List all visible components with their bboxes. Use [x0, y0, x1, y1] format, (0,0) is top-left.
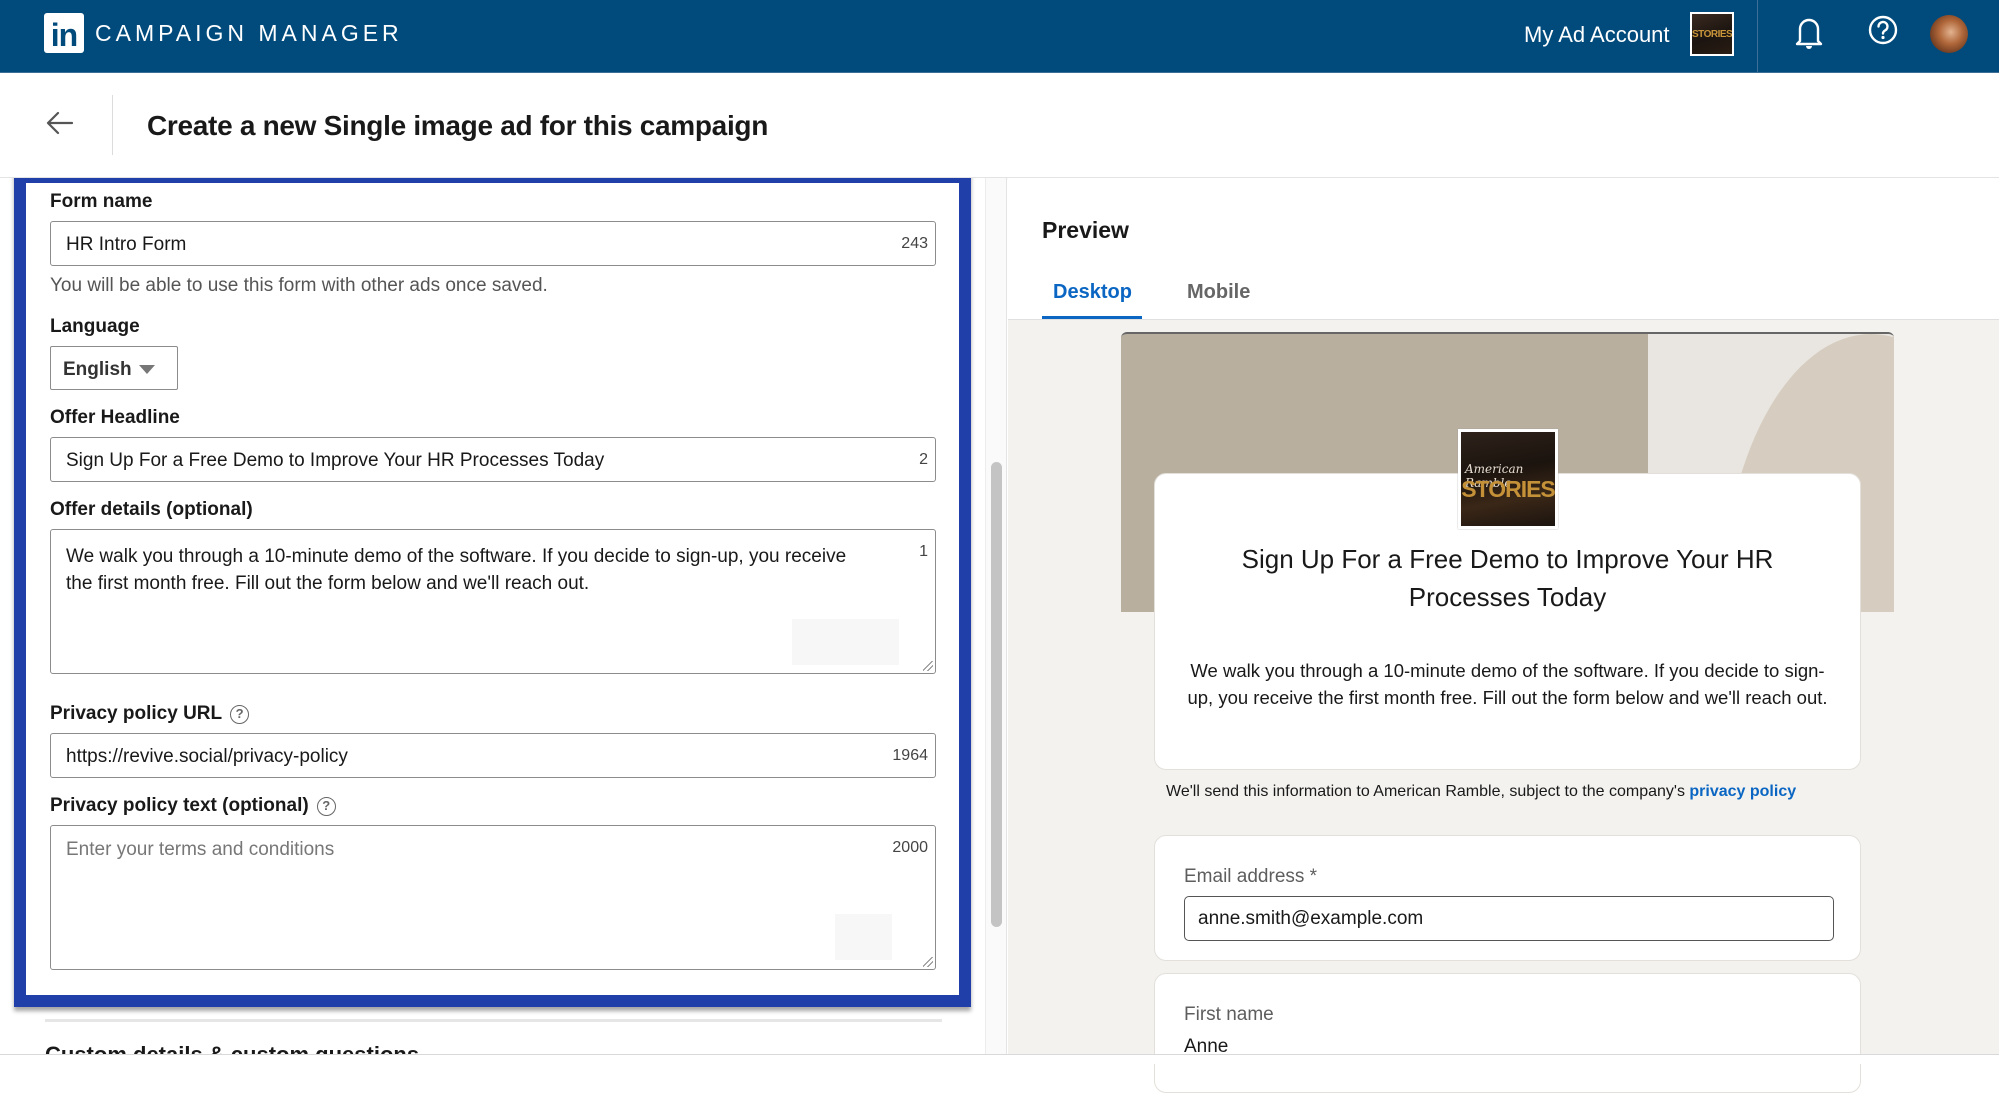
privacy-url-label-text: Privacy policy URL: [50, 703, 223, 724]
privacy-policy-link[interactable]: privacy policy: [1689, 783, 1796, 800]
privacy-text-label-text: Privacy policy text (optional): [50, 795, 309, 816]
privacy-url-value: https://revive.social/privacy-policy: [66, 746, 348, 767]
top-nav-bar: in CAMPAIGN MANAGER My Ad Account STORIE…: [0, 0, 1999, 73]
email-value: anne.smith@example.com: [1198, 908, 1424, 929]
consent-text-body: We'll send this information to American …: [1166, 783, 1690, 800]
tab-desktop[interactable]: Desktop: [1053, 281, 1132, 304]
textarea-overlay: [835, 914, 892, 960]
company-logo: American Ramble STORIES: [1458, 429, 1558, 529]
lead-form-editor: Form name HR Intro Form 243 You will be …: [0, 178, 1007, 1054]
resize-handle[interactable]: [923, 661, 933, 671]
tab-mobile[interactable]: Mobile: [1187, 281, 1250, 304]
app-brand-title: CAMPAIGN MANAGER: [95, 20, 403, 46]
section-divider: [45, 1019, 942, 1022]
privacy-text-label: Privacy policy text (optional)?: [50, 795, 336, 817]
header-divider: [1757, 0, 1758, 72]
company-logo-text: STORIES: [1461, 476, 1555, 502]
language-value: English: [63, 359, 132, 380]
offer-headline-label: Offer Headline: [50, 407, 180, 428]
preview-offer-details: We walk you through a 10-minute demo of …: [1187, 660, 1828, 708]
form-name-label: Form name: [50, 191, 153, 212]
privacy-text-textarea[interactable]: Enter your terms and conditions 2000: [50, 825, 936, 970]
offer-headline-input[interactable]: Sign Up For a Free Demo to Improve Your …: [50, 437, 936, 482]
page-title-bar: Create a new Single image ad for this ca…: [0, 73, 1999, 178]
privacy-url-input[interactable]: https://revive.social/privacy-policy 196…: [50, 733, 936, 778]
question-circle-icon[interactable]: ?: [316, 797, 336, 816]
preview-headline: Sign Up For a Free Demo to Improve Your …: [1241, 544, 1774, 612]
offer-details-char-count: 1: [919, 543, 928, 560]
user-avatar[interactable]: [1930, 15, 1968, 53]
privacy-text-char-count: 2000: [892, 839, 928, 856]
offer-details-label: Offer details (optional): [50, 499, 253, 520]
scrollbar-thumb[interactable]: [991, 462, 1002, 927]
question-card-email: Email address * anne.smith@example.com: [1154, 835, 1861, 961]
privacy-text-placeholder: Enter your terms and conditions: [66, 839, 335, 860]
form-name-char-count: 243: [901, 235, 928, 252]
title-divider: [112, 95, 113, 155]
form-name-hint: You will be able to use this form with o…: [50, 275, 548, 296]
form-name-value: HR Intro Form: [66, 234, 187, 255]
ad-account-thumbnail-text: STORIES: [1692, 29, 1733, 40]
preview-heading: Preview: [1042, 217, 1129, 243]
question-card-first-name: First name Anne: [1154, 973, 1861, 1093]
resize-handle[interactable]: [923, 957, 933, 967]
page-title: Create a new Single image ad for this ca…: [147, 110, 769, 141]
bell-icon[interactable]: [1794, 15, 1824, 51]
ad-account-name[interactable]: My Ad Account: [1524, 22, 1670, 48]
email-field[interactable]: anne.smith@example.com: [1184, 896, 1834, 941]
help-icon[interactable]: [1867, 14, 1899, 46]
offer-details-value: We walk you through a 10-minute demo of …: [66, 546, 847, 594]
offer-details-textarea[interactable]: We walk you through a 10-minute demo of …: [50, 529, 936, 674]
window-bottom-edge: [0, 1054, 1999, 1064]
ad-account-thumbnail[interactable]: STORIES: [1690, 12, 1734, 56]
privacy-url-char-count: 1964: [892, 747, 928, 764]
privacy-url-label: Privacy policy URL?: [50, 703, 250, 725]
language-label: Language: [50, 316, 140, 337]
caret-down-icon: [139, 365, 155, 374]
consent-text: We'll send this information to American …: [1166, 781, 1866, 802]
form-name-input[interactable]: HR Intro Form 243: [50, 221, 936, 266]
next-section-heading[interactable]: Custom details & custom questions: [45, 1044, 419, 1054]
next-section-heading-text: Custom details & custom questions: [45, 1044, 419, 1054]
email-label: Email address *: [1184, 866, 1318, 887]
language-select[interactable]: English: [50, 346, 178, 390]
first-name-label: First name: [1184, 1004, 1274, 1025]
linkedin-logo[interactable]: in: [44, 13, 84, 53]
textarea-overlay: [792, 619, 899, 665]
question-circle-icon[interactable]: ?: [230, 705, 250, 724]
offer-headline-value: Sign Up For a Free Demo to Improve Your …: [66, 450, 605, 471]
offer-headline-char-count: 2: [919, 451, 928, 468]
arrow-left-icon[interactable]: [44, 107, 76, 139]
